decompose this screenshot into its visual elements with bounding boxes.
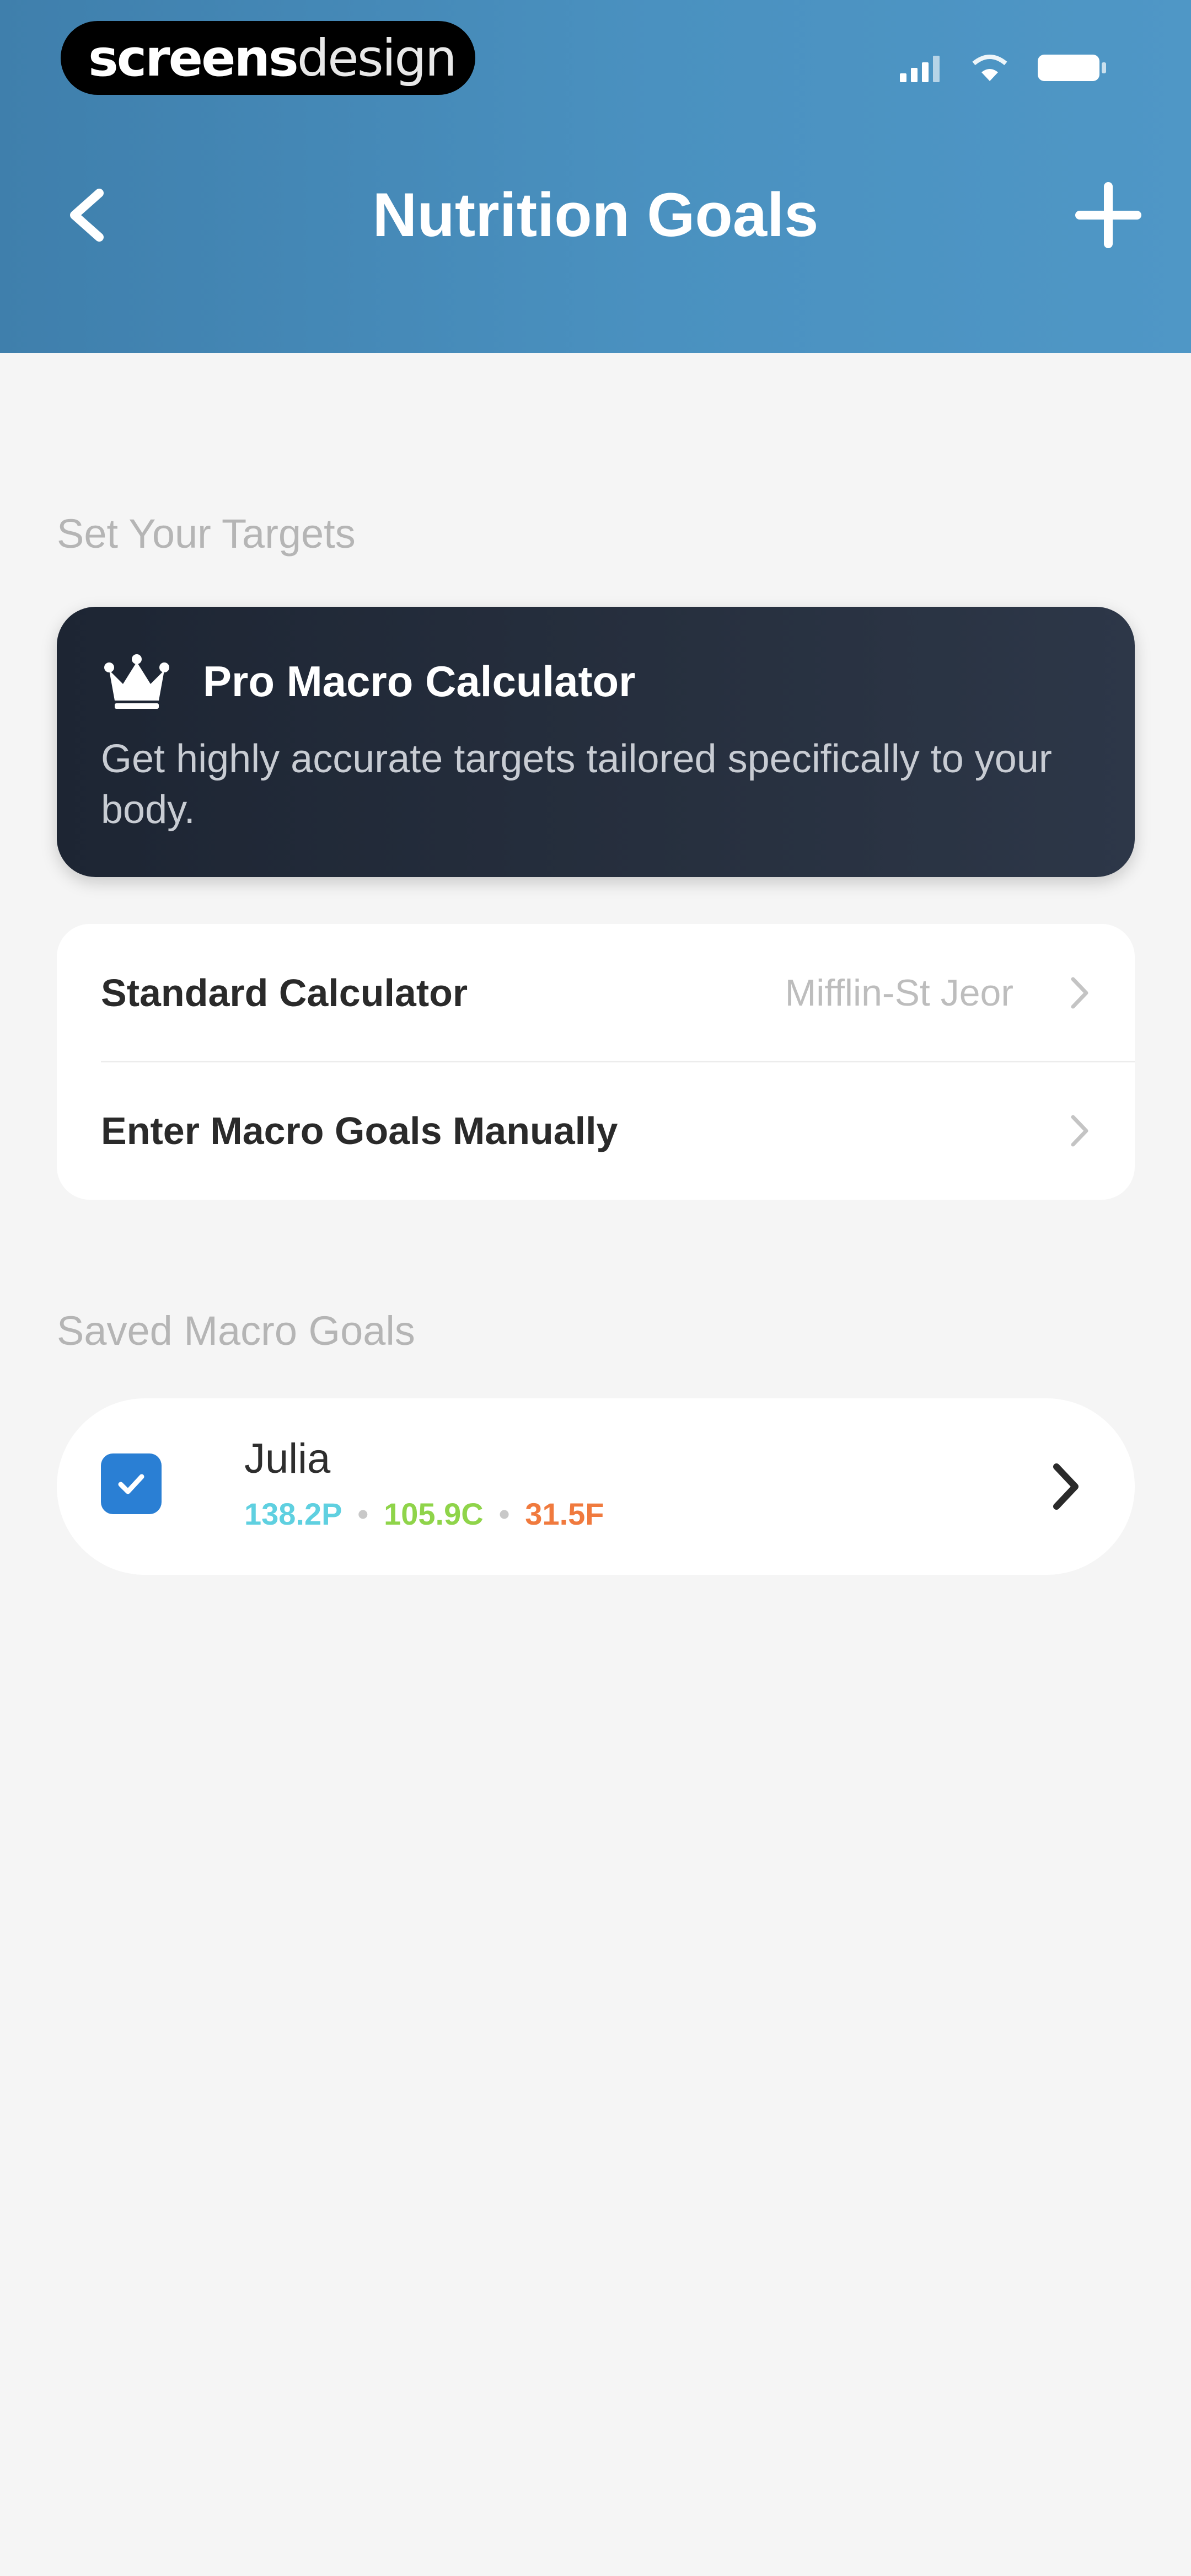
status-icons: [899, 50, 1108, 88]
status-bar: screens design: [0, 0, 1191, 116]
brand-part-2: design: [297, 28, 457, 88]
option-value: Mifflin-St Jeor: [785, 972, 1013, 1014]
page-title: Nutrition Goals: [372, 180, 819, 249]
macro-separator: •: [357, 1497, 369, 1531]
chevron-right-icon: [1071, 977, 1088, 1009]
option-standard-calculator[interactable]: Standard Calculator Mifflin-St Jeor: [57, 924, 1135, 1062]
goal-macros: 138.2P • 105.9C • 31.5F: [244, 1492, 604, 1536]
chevron-right-icon: [1071, 1115, 1088, 1147]
add-goal-button[interactable]: [1070, 177, 1147, 254]
wifi-icon: [970, 52, 1009, 86]
saved-goal-card[interactable]: Julia 138.2P • 105.9C • 31.5F: [57, 1398, 1135, 1575]
section-label-saved: Saved Macro Goals: [57, 1308, 415, 1354]
pro-card-description: Get highly accurate targets tailored spe…: [101, 737, 1052, 832]
section-label-targets: Set Your Targets: [57, 511, 356, 557]
option-label: Enter Macro Goals Manually: [101, 1109, 618, 1152]
brand-part-1: screens: [88, 28, 299, 88]
macro-separator: •: [498, 1497, 510, 1531]
header: screens design Nutrition Goals: [0, 0, 1191, 353]
goal-name: Julia: [244, 1435, 331, 1482]
protein-value: 138.2P: [244, 1497, 342, 1531]
pro-card-title: Pro Macro Calculator: [203, 657, 636, 706]
option-label: Standard Calculator: [101, 971, 468, 1014]
fat-value: 31.5F: [525, 1497, 604, 1531]
calculator-options-card: Standard Calculator Mifflin-St Jeor Ente…: [57, 924, 1135, 1200]
pro-macro-calculator-card[interactable]: Pro Macro Calculator Get highly accurate…: [57, 607, 1135, 877]
signal-icon: [899, 51, 943, 87]
plus-icon: [1075, 182, 1141, 248]
brand-logo: screens design: [61, 21, 475, 95]
chevron-right-icon: [1053, 1463, 1079, 1510]
crown-icon: [101, 651, 173, 712]
battery-icon: [1037, 51, 1108, 87]
checkmark-icon: [118, 1474, 144, 1494]
carbs-value: 105.9C: [384, 1497, 484, 1531]
selected-checkbox[interactable]: [101, 1453, 162, 1514]
option-enter-manually[interactable]: Enter Macro Goals Manually: [57, 1062, 1135, 1200]
